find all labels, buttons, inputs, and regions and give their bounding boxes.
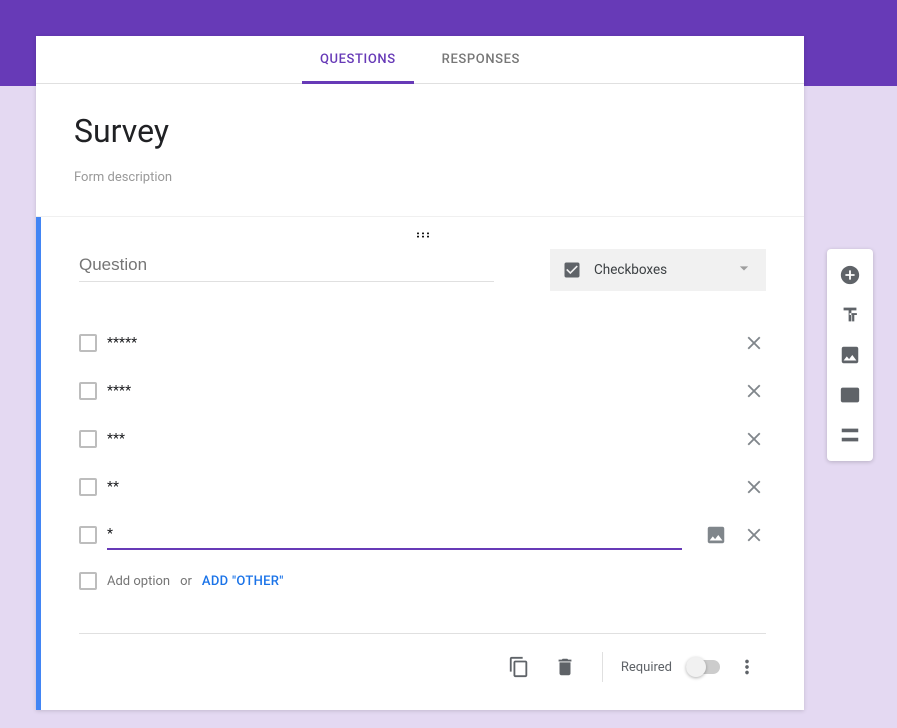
remove-option-icon[interactable] [742,379,766,403]
option-checkbox [79,526,97,544]
option-text-input[interactable] [107,520,682,550]
option-row [79,511,766,559]
checkboxes-icon [562,260,582,280]
question-top-row: Checkboxes [79,249,766,291]
options-list [79,319,766,559]
delete-button[interactable] [546,648,584,686]
option-checkbox [79,382,97,400]
side-toolbar [827,249,873,461]
question-type-select[interactable]: Checkboxes [550,249,766,291]
option-text-input[interactable] [107,425,728,453]
tab-responses-label: RESPONSES [442,52,520,67]
option-row [79,367,766,415]
add-image-button[interactable] [827,335,873,375]
add-option-text[interactable]: Add option [107,574,170,589]
form-description[interactable]: Form description [74,170,766,185]
option-text-input[interactable] [107,329,728,357]
footer-divider [602,652,603,682]
add-other-button[interactable]: ADD "OTHER" [202,574,284,589]
question-title-input[interactable] [79,249,494,282]
option-checkbox [79,430,97,448]
option-row [79,319,766,367]
drag-handle[interactable] [79,231,766,239]
option-text-input[interactable] [107,473,728,501]
option-checkbox [79,478,97,496]
tabs: QUESTIONS RESPONSES [36,36,804,84]
question-type-label: Checkboxes [594,262,722,278]
chevron-down-icon [734,258,754,282]
option-text-input[interactable] [107,377,728,405]
option-checkbox [79,334,97,352]
required-toggle[interactable] [686,660,720,674]
add-title-button[interactable] [827,295,873,335]
tab-questions[interactable]: QUESTIONS [316,36,400,83]
form-container: QUESTIONS RESPONSES Survey Form descript… [36,36,804,710]
add-question-button[interactable] [827,255,873,295]
add-video-button[interactable] [827,375,873,415]
card-footer: Required [79,633,766,686]
remove-option-icon[interactable] [742,523,766,547]
add-option-row: Add option or ADD "OTHER" [79,559,766,603]
required-label: Required [621,660,672,675]
add-option-checkbox [79,572,97,590]
tab-questions-label: QUESTIONS [320,52,396,67]
form-title[interactable]: Survey [74,112,766,150]
remove-option-icon[interactable] [742,427,766,451]
or-text: or [180,574,192,589]
option-row [79,463,766,511]
remove-option-icon[interactable] [742,475,766,499]
remove-option-icon[interactable] [742,331,766,355]
tab-responses[interactable]: RESPONSES [438,36,524,83]
option-row [79,415,766,463]
more-options-button[interactable] [728,648,766,686]
add-section-button[interactable] [827,415,873,455]
insert-image-icon[interactable] [704,523,728,547]
duplicate-button[interactable] [500,648,538,686]
form-header: Survey Form description [36,84,804,217]
question-card: Checkboxes Add option or ADD "OTHER" Req… [36,217,804,710]
toggle-knob [686,657,706,677]
